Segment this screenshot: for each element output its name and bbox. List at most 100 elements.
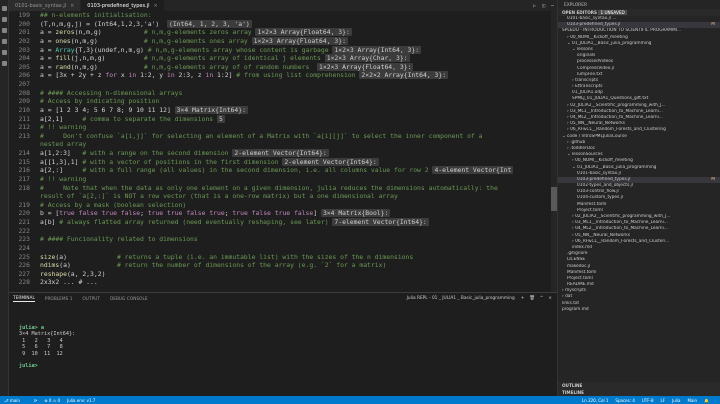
branch-name: main xyxy=(9,397,20,403)
explorer-item[interactable]: program.md xyxy=(558,307,720,313)
code-line[interactable]: 224 xyxy=(9,244,557,253)
code-line[interactable]: result of `a[2,:]` is NOT a row vector (… xyxy=(9,192,557,201)
line-number: 217 xyxy=(18,174,30,183)
extensions-icon[interactable] xyxy=(2,50,7,55)
code-line[interactable]: 202 a = ones(n,m,g) # n,m,g-elements ones… xyxy=(9,36,557,46)
terminal-output[interactable]: julia> a 3×4 Matrix{Int64}: 1 2 3 4 5 6 7… xyxy=(9,303,557,370)
more-actions-icon[interactable]: ⋯ xyxy=(548,0,557,11)
split-editor-icon[interactable]: ◫ xyxy=(539,0,548,11)
code-line[interactable]: 217 # !! warning xyxy=(9,175,557,184)
explorer-item-label: 0103-predefined_types.jl xyxy=(577,176,631,182)
code-line[interactable]: 223 # #### Funcionality related to dimens… xyxy=(9,235,557,244)
inline-result-hint: 1×2×3 Array{Int64, 3}: xyxy=(332,45,422,54)
tab-terminal[interactable]: TERMINAL xyxy=(13,294,35,302)
open-editors-header[interactable]: OPEN EDITORS 1 UNSAVED xyxy=(558,9,720,16)
close-icon[interactable]: × xyxy=(70,3,74,9)
julia-env[interactable]: Julia env: v1.7 xyxy=(67,398,95,403)
search-icon[interactable] xyxy=(2,17,7,22)
code-token: (n,m,g) xyxy=(70,36,144,45)
code-line[interactable]: 225 size(a) # returns a tuple (i.e. an im… xyxy=(9,253,557,262)
code-line[interactable]: 222 xyxy=(9,227,557,236)
code-line[interactable]: 208 # #### Accessing n-dimensional arrays xyxy=(9,89,557,98)
code-line[interactable]: 214 a[1,2:3] # with a range on the second… xyxy=(9,149,557,158)
code-editor[interactable]: 199 ## n-elements initialisation: 200 (T,n,… xyxy=(9,11,557,292)
code-line[interactable]: 221 a[b] # always flatted array returned … xyxy=(9,218,557,227)
editor-tab-bar: 0101-basic_syntax.jl × 0103-predefined_ty… xyxy=(9,0,557,11)
code-line[interactable]: 204 a = fill(j,n,m,g) # n,m,g-elements ar… xyxy=(9,54,557,63)
indentation[interactable]: Spaces: 4 xyxy=(615,398,634,403)
code-line[interactable]: 216 a[2,:] # with a full range (all value… xyxy=(9,166,557,175)
code-token: a[2,1] xyxy=(40,114,83,123)
line-number: 203 xyxy=(18,45,30,54)
code-line[interactable]: 228 2x3x2 ... # ... xyxy=(9,278,557,287)
code-line[interactable]: 211 a[2,1] # comma to separate the dimens… xyxy=(9,114,557,124)
code-line[interactable]: 200 (T,n,m,g,j) = (Int64,1,2,3,'a') (Int6… xyxy=(9,19,557,29)
code-line[interactable]: 205 a = rand(n,m,g) # n,m,g-elements arra… xyxy=(9,62,557,72)
code-line[interactable]: 210 a = [1 2 3 4; 5 6 7 8; 9 10 11 12] 3×… xyxy=(9,105,557,115)
line-number: 213 xyxy=(18,131,30,140)
code-token: a[[1,3],1] xyxy=(40,157,83,166)
timeline-header[interactable]: TIMELINE xyxy=(558,389,720,396)
code-token: (n,m,g) xyxy=(70,62,144,71)
code-line[interactable]: nested array xyxy=(9,140,557,149)
run-debug-icon[interactable] xyxy=(2,39,7,44)
tab-debug-console[interactable]: DEBUG CONSOLE xyxy=(110,295,148,302)
code-line[interactable]: 201 a = zeros(n,m,g) # n,m,g-elements zer… xyxy=(9,28,557,37)
tab-output[interactable]: OUTPUT xyxy=(82,295,100,302)
terminal-selector[interactable]: Julia REPL - 01 _ JULIA1 _ Basic_julia_p… xyxy=(407,296,515,301)
tab-problems[interactable]: PROBLEMS 1 xyxy=(45,295,73,302)
explorer-item-label: ⌄ 01_JULIA1__Basic_julia_programming xyxy=(567,40,652,46)
close-icon[interactable]: × xyxy=(548,296,552,301)
code-token: a = xyxy=(40,28,56,37)
code-token: 1:2] xyxy=(213,71,237,80)
encoding[interactable]: UTF-8 xyxy=(642,398,654,403)
cursor-position[interactable]: Ln 220, Col 1 xyxy=(582,398,608,403)
code-line[interactable]: 213 # Don't confuse `a[i,j]` for selectin… xyxy=(9,132,557,141)
julia-icon[interactable] xyxy=(2,61,7,66)
eol[interactable]: LF xyxy=(661,398,666,403)
problems-indicator[interactable]: ⊗ 0 ⚠ 0 xyxy=(44,398,60,403)
outline-header[interactable]: OUTLINE xyxy=(558,382,720,389)
sidebar-title: EXPLORER xyxy=(564,3,588,8)
julia-module[interactable]: Main xyxy=(687,398,697,403)
code-token: rand xyxy=(55,62,71,71)
explorer-item-label: › myscripts xyxy=(562,288,587,294)
inline-result-hint: 2-element Vector{Int64}: xyxy=(232,149,329,157)
line-number: 211 xyxy=(18,114,30,123)
code-line[interactable]: 207 xyxy=(9,80,557,89)
code-line[interactable]: 227 reshape(a, 2,3,2) xyxy=(9,270,557,279)
code-line[interactable]: 226 ndims(a) # return the number of dimen… xyxy=(9,261,557,270)
code-line[interactable]: 218 # Note that when the data as only one… xyxy=(9,184,557,193)
chevron-up-icon[interactable]: ^ xyxy=(540,296,544,301)
code-line[interactable]: 212 # !! warning xyxy=(9,123,557,132)
trash-icon[interactable]: 🗑 xyxy=(529,296,534,301)
explorer-item-label: Manifest.toml xyxy=(577,201,607,207)
code-token: size xyxy=(40,252,56,261)
code-line[interactable]: 209 # Access by indicating position xyxy=(9,97,557,106)
add-terminal-icon[interactable]: + xyxy=(521,296,525,301)
bell-icon[interactable]: 🔔 xyxy=(704,398,709,403)
code-line[interactable]: 219 # Access by a mask (boolean selection… xyxy=(9,201,557,210)
run-icon[interactable]: ▷ xyxy=(530,0,539,11)
source-control-icon[interactable] xyxy=(2,28,7,33)
tab-basic-syntax[interactable]: 0101-basic_syntax.jl × xyxy=(9,0,82,11)
code-token: result of `a[2,:]` is NOT a row vector (… xyxy=(40,192,398,201)
code-line[interactable]: 199 ## n-elements initialisation: xyxy=(9,11,557,20)
language-mode[interactable]: Julia xyxy=(672,398,680,403)
explorer-item-label: ⌄ lessonSources xyxy=(567,152,603,158)
tab-label: 0103-predefined_types.jl xyxy=(87,3,150,9)
code-line[interactable]: 220 b = [true false true false; true true… xyxy=(9,209,557,218)
line-number: 224 xyxy=(18,243,30,252)
tab-predefined-types[interactable]: 0103-predefined_types.jl × xyxy=(81,0,165,11)
line-number: 216 xyxy=(18,166,30,175)
inline-result-hint: 1×2×3 Array{Float64, 3}: xyxy=(317,62,414,71)
explorer-icon[interactable] xyxy=(2,6,7,11)
explorer-item-label: ⌄ 01_JULIA1__Basic_julia_programming xyxy=(572,164,657,170)
close-icon[interactable]: × xyxy=(153,3,157,9)
code-line[interactable]: 206 a = [3x + 2y + z for x in 1:2, y in 2… xyxy=(9,71,557,80)
inline-result-hint: 7-element Vector{Int64}: xyxy=(332,218,429,226)
sync-icon[interactable]: ⟳ xyxy=(34,398,37,403)
branch-indicator[interactable]: ⎇ main xyxy=(4,398,27,403)
code-line[interactable]: 203 a = Array{T,3}(undef,n,m,g) # n,m,g-e… xyxy=(9,45,557,55)
code-line[interactable]: 215 a[[1,3],1] # with a vector of positio… xyxy=(9,157,557,167)
